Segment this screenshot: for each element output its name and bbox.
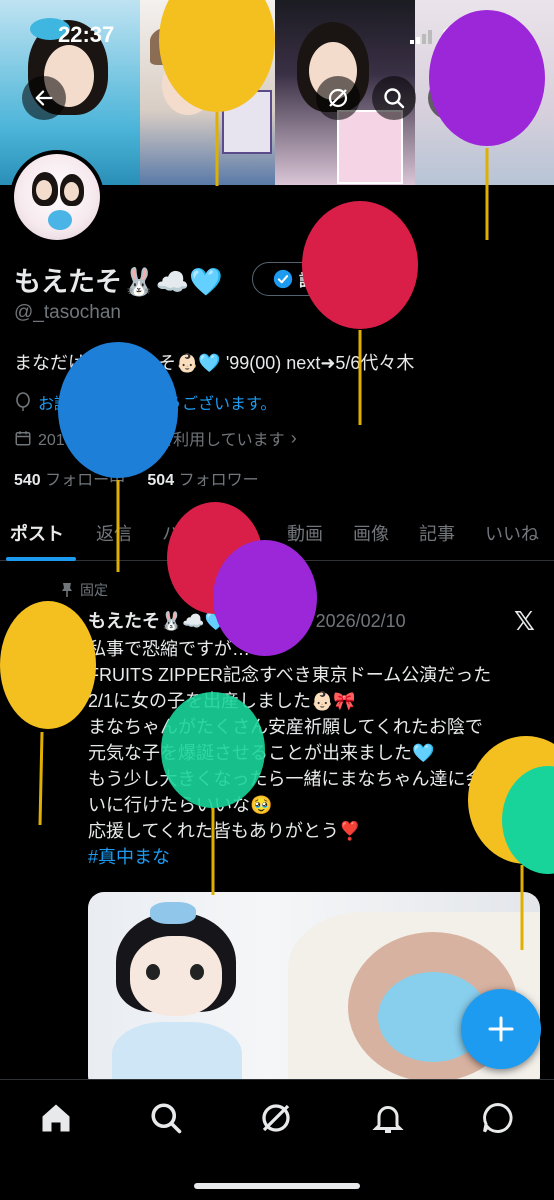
explore-icon[interactable] (148, 1100, 184, 1136)
avatar-face-right (64, 182, 79, 201)
balloon-red (302, 201, 418, 425)
share-icon (499, 88, 517, 107)
pin-icon (62, 583, 72, 597)
post-line: いに行けたらいいな🥹 (88, 795, 273, 815)
edit-button[interactable] (428, 76, 472, 120)
plush-doll (98, 902, 248, 1092)
profile-avatar[interactable] (10, 150, 104, 244)
post-date: · 2026/02/10 (304, 611, 406, 631)
search-button[interactable] (372, 76, 416, 120)
followers-link[interactable]: 504 フォロワー (147, 472, 258, 489)
banner-photo-card-3 (337, 110, 403, 184)
get-verified-button[interactable]: 認証を受ける (252, 262, 416, 296)
grok-icon (328, 88, 348, 108)
following-label: フォロー中 (45, 472, 126, 489)
home-icon[interactable] (38, 1100, 74, 1136)
post-line: 元気な子を爆誕させることが出来ました🩵 (88, 743, 435, 763)
tab-articles[interactable]: 記事 (419, 520, 455, 546)
status-time: 22:37 (58, 22, 115, 47)
post-author: もえたそ🐰☁️🩵 (88, 611, 228, 631)
pinned-label: 固定 (80, 582, 108, 598)
tab-images[interactable]: 画像 (353, 520, 389, 546)
follow-counts: 540 フォロー中 504 フォロワー (14, 466, 259, 490)
avatar-face-left (36, 180, 52, 200)
profile-bio: まなだけのもえたそ👶🏻🩵 '99(00) next➜5/6代々木 (14, 353, 415, 373)
birthday-line[interactable]: お誕生日おめでとうございます。 (14, 390, 276, 414)
profile-tabs: ポスト 返信 ハイライト 動画 画像 記事 いいね (0, 510, 554, 561)
joined-text: 2017年4月からXを利用しています (38, 432, 285, 449)
profile-handle: @_tasochan (14, 302, 121, 323)
post-line: FRUITS ZIPPER記念すべき東京ドーム公演だった (88, 665, 492, 685)
compose-button[interactable] (461, 989, 541, 1069)
pencil-icon (441, 89, 459, 107)
tab-likes[interactable]: いいね (485, 520, 539, 546)
pinned-indicator: 固定 (60, 580, 108, 600)
avatar-badge (48, 210, 72, 230)
grok-nav-icon[interactable] (258, 1100, 294, 1136)
grok-button[interactable] (316, 76, 360, 120)
post-line: もう少し大きくなったら一緒にまなちゃん達に会 (88, 769, 484, 789)
search-icon (384, 88, 405, 109)
balloon-yellow-left (0, 601, 96, 826)
tab-highlights[interactable]: ハイライト (162, 520, 252, 546)
bottom-navigation (0, 1079, 554, 1200)
post-handle: @_tas... (232, 611, 300, 631)
banner-photo-card-2 (222, 90, 272, 154)
post-header[interactable]: もえたそ🐰☁️🩵 @_tas... · 2026/02/10 (88, 607, 406, 633)
home-indicator (194, 1183, 360, 1189)
followers-label: フォロワー (178, 472, 259, 489)
post-line: 2/1に女の子を出産しました👶🏻🎀 (88, 691, 356, 711)
battery-indicator: 75 (476, 25, 510, 45)
chevron-right-icon: › (290, 427, 297, 448)
following-count: 540 (14, 472, 41, 489)
get-verified-label: 認証を受ける (298, 273, 395, 290)
post-line: 応援してくれた皆もありがとう❣️ (88, 821, 362, 841)
tab-videos[interactable]: 動画 (287, 520, 323, 546)
post-line: まなちゃんがたくさん安産祈願してくれたお陰で (88, 717, 483, 737)
post-media[interactable] (88, 892, 540, 1092)
banner-face-2 (162, 55, 214, 115)
calendar-icon (15, 431, 31, 446)
post-line: 私事で恐縮ですが… (88, 639, 250, 659)
verified-badge-icon (273, 269, 293, 289)
cell-signal-icon (410, 30, 434, 49)
tab-posts[interactable]: ポスト (10, 520, 64, 546)
x-logo-icon[interactable]: 𝕏 (514, 606, 535, 637)
back-arrow-icon (35, 90, 53, 106)
following-link[interactable]: 540 フォロー中 (14, 472, 125, 489)
profile-name: もえたそ🐰☁️🩵 (14, 267, 223, 297)
followers-count: 504 (147, 472, 175, 489)
messages-icon[interactable] (480, 1100, 516, 1136)
wifi-icon (442, 25, 470, 51)
avatar-image (14, 154, 100, 240)
back-button[interactable] (22, 76, 66, 120)
notifications-icon[interactable] (370, 1100, 406, 1136)
active-tab-indicator (6, 557, 76, 561)
status-bar: 22:37 75 (0, 22, 554, 52)
post-text[interactable]: 私事で恐縮ですが… FRUITS ZIPPER記念すべき東京ドーム公演だった 2… (88, 636, 544, 870)
post-hashtag[interactable]: #真中まな (88, 844, 544, 870)
birthday-text: お誕生日おめでとうございます。 (38, 396, 277, 413)
tab-replies[interactable]: 返信 (96, 520, 132, 546)
balloon-icon (16, 392, 30, 411)
plus-icon (488, 1016, 514, 1042)
joined-line[interactable]: 2017年4月からXを利用しています › (14, 426, 297, 450)
share-button[interactable] (486, 76, 530, 120)
